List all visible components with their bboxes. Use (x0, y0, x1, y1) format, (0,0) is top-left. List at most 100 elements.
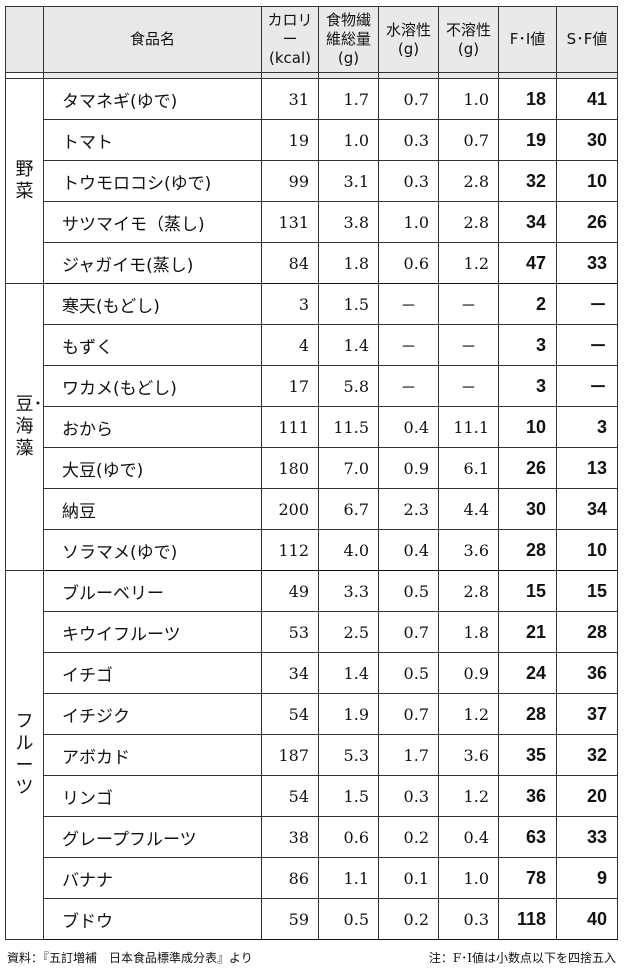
food-name-cell: イチゴ (43, 652, 262, 694)
calorie-cell: 31 (261, 78, 319, 120)
table-row: 野菜 タマネギ(ゆで) 31 1.7 0.7 1.0 18 41 (5, 78, 618, 284)
soluble-cell: 0.7 (378, 693, 439, 735)
insoluble-cell: 0.9 (438, 652, 499, 694)
calorie-cell: 112 (261, 529, 319, 571)
calorie-cell: 49 (261, 570, 319, 612)
group-label-text: 豆･海藻 (15, 394, 43, 459)
fi-value-cell: 19 (498, 119, 557, 161)
header-sf-value: S･F値 (556, 6, 618, 73)
table-row: イチゴ 34 1.4 0.5 0.9 24 36 (6, 652, 618, 694)
group-label: 豆･海藻 (5, 283, 44, 571)
food-name-cell: もずく (43, 324, 262, 366)
calorie-cell: 38 (261, 816, 319, 858)
calorie-cell: 34 (261, 652, 319, 694)
soluble-cell: 0.7 (378, 611, 439, 653)
group-label: 野菜 (5, 78, 44, 284)
sf-value-cell: 20 (556, 775, 618, 817)
calorie-cell: 86 (261, 857, 319, 899)
source-note: 資料：『五訂増補 日本食品標準成分表』より (7, 951, 253, 965)
food-name-cell: 納豆 (43, 488, 262, 530)
calorie-cell: 131 (261, 201, 319, 243)
calorie-cell: 53 (261, 611, 319, 653)
table-row: バナナ 86 1.1 0.1 1.0 78 9 (6, 857, 618, 899)
insoluble-cell: 2.8 (438, 570, 499, 612)
table-row: もずく 4 1.4 －－ 3 － (6, 324, 618, 366)
table-row: アボカド 187 5.3 1.7 3.6 35 32 (6, 734, 618, 776)
insoluble-cell: 3.6 (438, 734, 499, 776)
fiber-total-cell: 1.5 (318, 283, 379, 325)
calorie-cell: 180 (261, 447, 319, 489)
sf-value-cell: 13 (556, 447, 618, 489)
fiber-total-cell: 1.4 (318, 324, 379, 366)
soluble-cell: 0.1 (378, 857, 439, 899)
calorie-cell: 59 (261, 898, 319, 940)
food-name-cell: グレープフルーツ (43, 816, 262, 858)
fiber-total-cell: 5.3 (318, 734, 379, 776)
fi-value-cell: 3 (498, 365, 557, 407)
fi-value-cell: 15 (498, 570, 557, 612)
insoluble-cell: 1.2 (438, 242, 499, 284)
table-row: ワカメ(もどし) 17 5.8 －－ 3 － (6, 365, 618, 407)
table-row: リンゴ 54 1.5 0.3 1.2 36 20 (6, 775, 618, 817)
soluble-cell: 0.5 (378, 570, 439, 612)
header-calorie: カロリー(kcal) (261, 6, 319, 73)
food-name-cell: サツマイモ（蒸し) (43, 201, 262, 243)
calorie-cell: 111 (261, 406, 319, 448)
fi-value-cell: 35 (498, 734, 557, 776)
fi-value-cell: 24 (498, 652, 557, 694)
table-row: イチジク 54 1.9 0.7 1.2 28 37 (6, 693, 618, 735)
soluble-cell: 0.4 (378, 529, 439, 571)
soluble-cell: 1.0 (378, 201, 439, 243)
sf-value-cell: 34 (556, 488, 618, 530)
fiber-total-cell: 11.5 (318, 406, 379, 448)
header-soluble: 水溶性(g) (378, 6, 439, 73)
table-row: キウイフルーツ 53 2.5 0.7 1.8 21 28 (6, 611, 618, 653)
header-fi-value: F･I値 (498, 6, 557, 73)
food-name-cell: ブルーベリー (43, 570, 262, 612)
insoluble-cell: 6.1 (438, 447, 499, 489)
fi-value-cell: 3 (498, 324, 557, 366)
fiber-total-cell: 1.0 (318, 119, 379, 161)
fiber-total-cell: 3.8 (318, 201, 379, 243)
sf-value-cell: 26 (556, 201, 618, 243)
calorie-cell: 4 (261, 324, 319, 366)
fiber-total-cell: 1.1 (318, 857, 379, 899)
insoluble-cell: 1.8 (438, 611, 499, 653)
table-row: 豆･海藻 寒天(もどし) 3 1.5 －－ 2 － (5, 283, 618, 571)
header-group (5, 6, 44, 73)
fi-value-cell: 47 (498, 242, 557, 284)
insoluble-cell: 0.4 (438, 816, 499, 858)
fiber-total-cell: 3.1 (318, 160, 379, 202)
table-row: トマト 19 1.0 0.3 0.7 19 30 (6, 119, 618, 161)
soluble-cell: 0.2 (378, 898, 439, 940)
header-row: 食品名 カロリー(kcal) 食物繊維総量(g) 水溶性(g) 不溶性(g) F… (5, 6, 618, 73)
sf-value-cell: － (556, 324, 618, 366)
food-name-cell: バナナ (43, 857, 262, 899)
soluble-cell: － (378, 283, 439, 325)
food-name-cell: イチジク (43, 693, 262, 735)
fi-value-cell: 10 (498, 406, 557, 448)
fi-value-cell: 21 (498, 611, 557, 653)
insoluble-cell: － (438, 283, 499, 325)
insoluble-cell: － (438, 324, 499, 366)
insoluble-cell: 1.2 (438, 693, 499, 735)
fiber-total-cell: 5.8 (318, 365, 379, 407)
soluble-cell: － (378, 324, 439, 366)
food-name-cell: 寒天(もどし) (43, 283, 262, 325)
food-name-cell: トマト (43, 119, 262, 161)
soluble-cell: 2.3 (378, 488, 439, 530)
table-row: ブドウ 59 0.5 0.2 0.3 118 40 (6, 898, 618, 940)
fiber-total-cell: 1.9 (318, 693, 379, 735)
insoluble-cell: － (438, 365, 499, 407)
fi-value-cell: 32 (498, 160, 557, 202)
sf-value-cell: 10 (556, 529, 618, 571)
food-name-cell: 大豆(ゆで) (43, 447, 262, 489)
group-label-text: 野菜 (15, 159, 34, 202)
table-row: サツマイモ（蒸し) 131 3.8 1.0 2.8 34 26 (6, 201, 618, 243)
fi-value-cell: 2 (498, 283, 557, 325)
table-row: 大豆(ゆで) 180 7.0 0.9 6.1 26 13 (6, 447, 618, 489)
table-body: 野菜 タマネギ(ゆで) 31 1.7 0.7 1.0 18 41 トマト 19 1.0 0.3 0.7 1… (5, 78, 618, 940)
soluble-cell: － (378, 365, 439, 407)
fi-value-cell: 63 (498, 816, 557, 858)
sf-value-cell: 28 (556, 611, 618, 653)
